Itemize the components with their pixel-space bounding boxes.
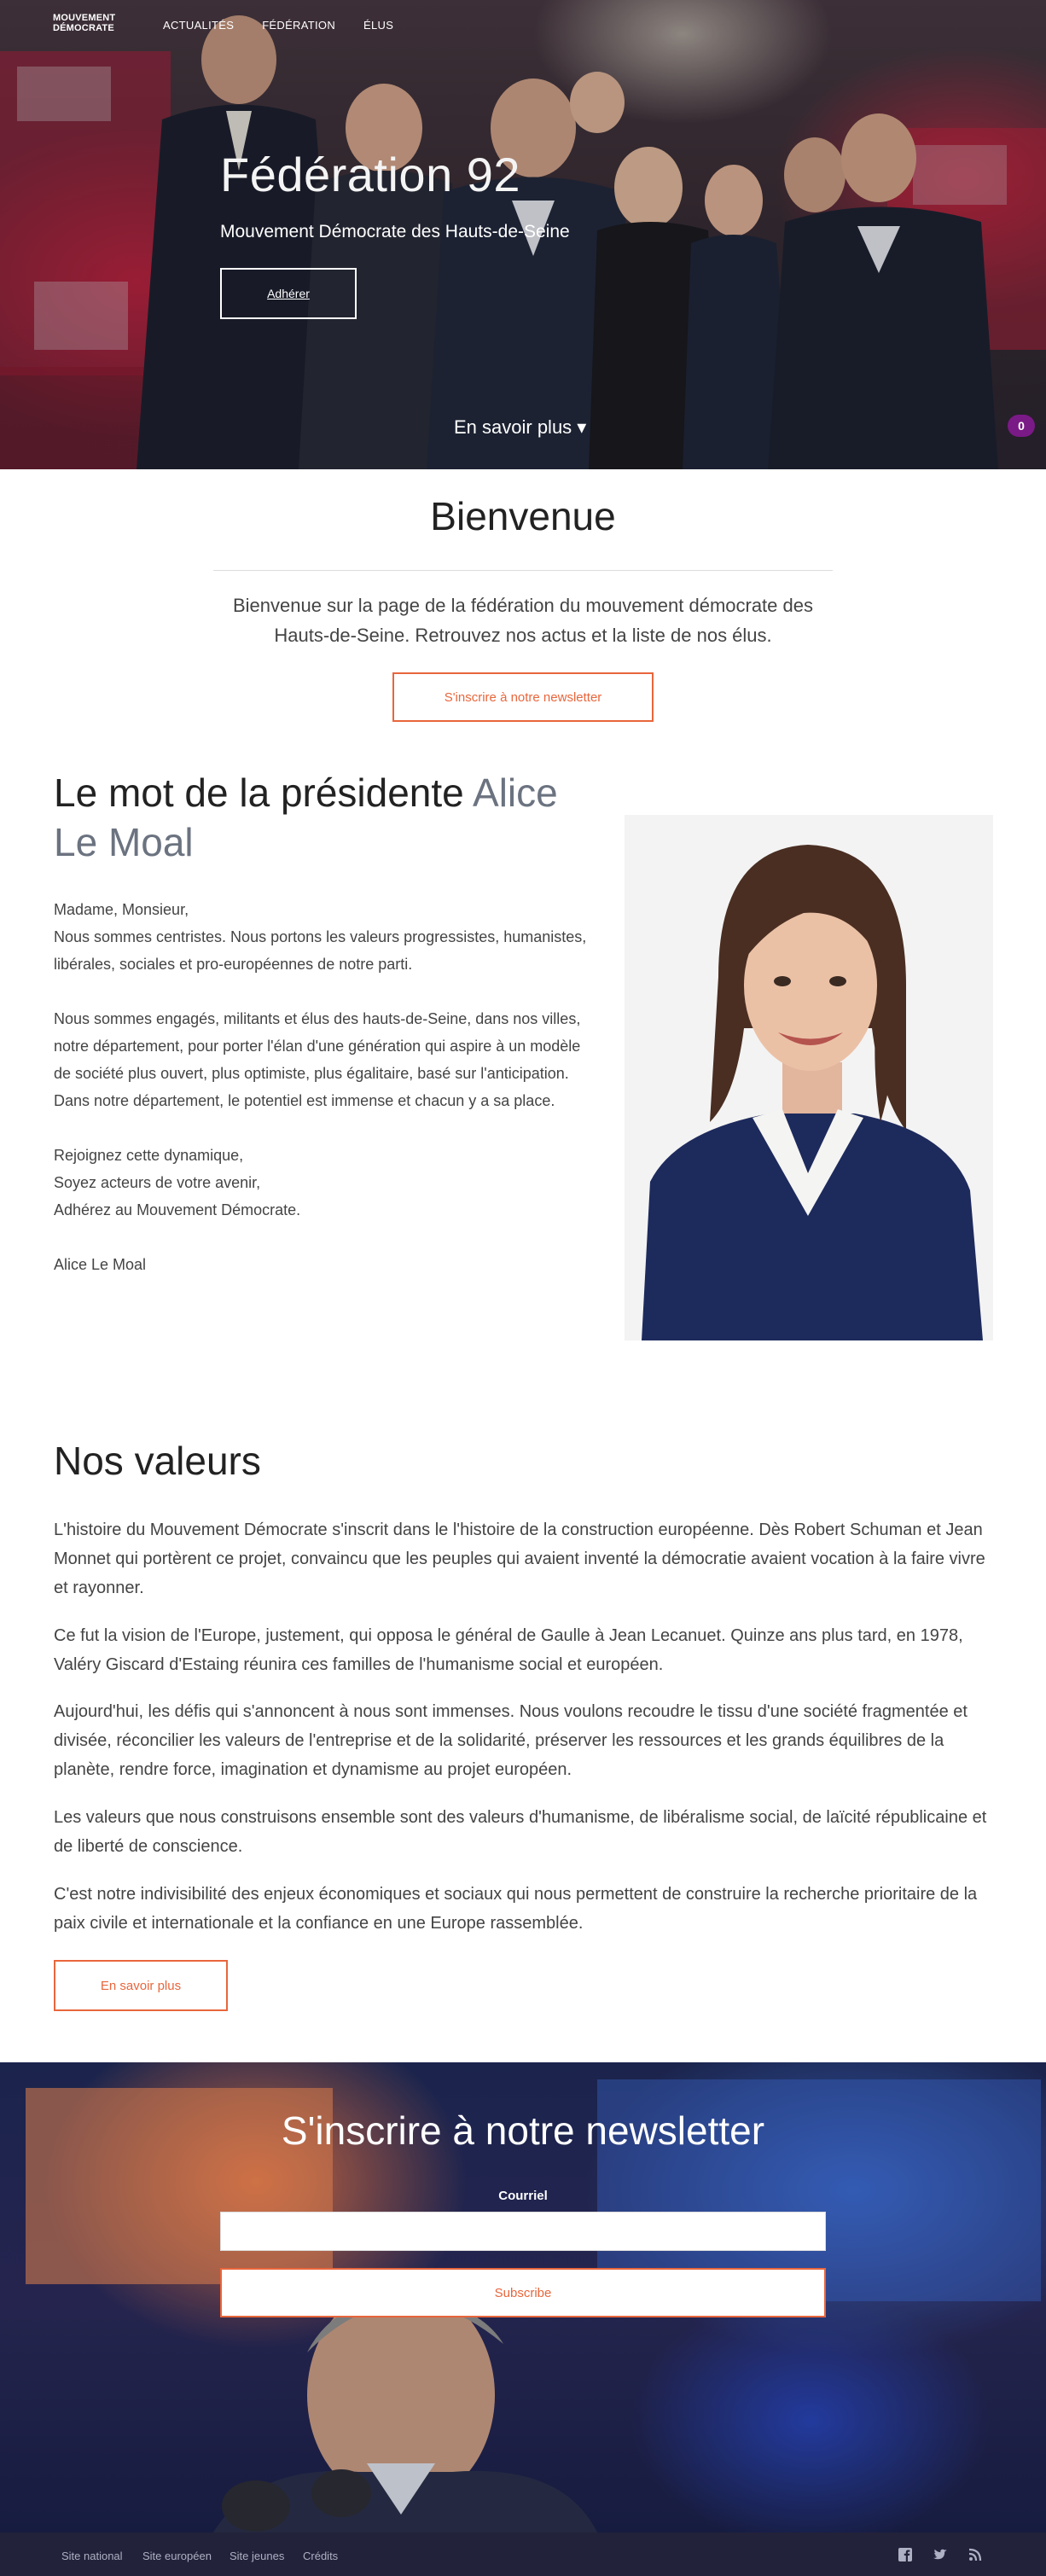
footer-link-site-national[interactable]: Site national bbox=[61, 2550, 123, 2562]
values-paragraph: Aujourd'hui, les défis qui s'annoncent à… bbox=[54, 1702, 968, 1779]
nav-item-federation[interactable]: FÉDÉRATION bbox=[262, 19, 335, 32]
welcome-divider bbox=[213, 570, 833, 571]
president-portrait bbox=[625, 815, 993, 1340]
values-paragraph: C'est notre indivisibilité des enjeux éc… bbox=[54, 1885, 978, 1933]
hero-section: MOUVEMENT DÉMOCRATE ACTUALITÉS FÉDÉRATIO… bbox=[0, 0, 1046, 469]
president-message: Madame, Monsieur, Nous sommes centristes… bbox=[54, 901, 587, 1273]
nav-item-elus[interactable]: ÉLUS bbox=[363, 19, 393, 32]
top-navigation: MOUVEMENT DÉMOCRATE ACTUALITÉS FÉDÉRATIO… bbox=[53, 12, 393, 38]
values-paragraph: L'histoire du Mouvement Démocrate s'insc… bbox=[54, 1521, 985, 1597]
email-field[interactable] bbox=[220, 2212, 826, 2251]
values-paragraph: Les valeurs que nous construisons ensemb… bbox=[54, 1808, 987, 1856]
subscribe-button[interactable]: Subscribe bbox=[220, 2268, 826, 2317]
logo-line1: MOUVEMENT bbox=[53, 13, 116, 23]
email-label: Courriel bbox=[498, 2189, 548, 2203]
join-button[interactable]: Adhérer bbox=[220, 268, 357, 319]
hero-subtitle: Mouvement Démocrate des Hauts-de-Seine bbox=[220, 222, 570, 241]
newsletter-signup-button[interactable]: S'inscrire à notre newsletter bbox=[392, 672, 654, 722]
footer-link-credits[interactable]: Crédits bbox=[303, 2550, 338, 2562]
welcome-text: Bienvenue sur la page de la fédération d… bbox=[233, 595, 813, 646]
hero-title: Fédération 92 bbox=[220, 148, 521, 201]
values-more-button[interactable]: En savoir plus bbox=[54, 1960, 228, 2011]
nav-item-actualites[interactable]: ACTUALITÉS bbox=[163, 19, 234, 32]
values-title: Nos valeurs bbox=[54, 1439, 261, 1483]
president-title-prefix: Le mot de la présidente bbox=[54, 770, 464, 815]
portrait-illustration bbox=[625, 815, 993, 1340]
welcome-title: Bienvenue bbox=[430, 494, 616, 538]
newsletter-title: S'inscrire à notre newsletter bbox=[281, 2108, 765, 2153]
site-logo[interactable]: MOUVEMENT DÉMOCRATE bbox=[53, 13, 135, 37]
footer-link-site-jeunes[interactable]: Site jeunes bbox=[230, 2550, 284, 2562]
site-footer: Site national Site européen Site jeunes … bbox=[0, 2532, 1046, 2576]
president-title: Le mot de la présidente Alice Le Moal bbox=[54, 768, 608, 867]
learn-more-link[interactable]: En savoir plus ▾ bbox=[454, 416, 586, 439]
footer-link-site-europeen[interactable]: Site européen bbox=[142, 2550, 212, 2562]
values-paragraph: Ce fut la vision de l'Europe, justement,… bbox=[54, 1626, 963, 1674]
logo-line2: DÉMOCRATE bbox=[53, 23, 114, 33]
twitter-icon[interactable] bbox=[933, 2547, 948, 2562]
facebook-icon[interactable] bbox=[898, 2547, 913, 2562]
notification-badge[interactable]: 0 bbox=[1008, 415, 1035, 437]
rss-icon[interactable] bbox=[968, 2547, 983, 2562]
